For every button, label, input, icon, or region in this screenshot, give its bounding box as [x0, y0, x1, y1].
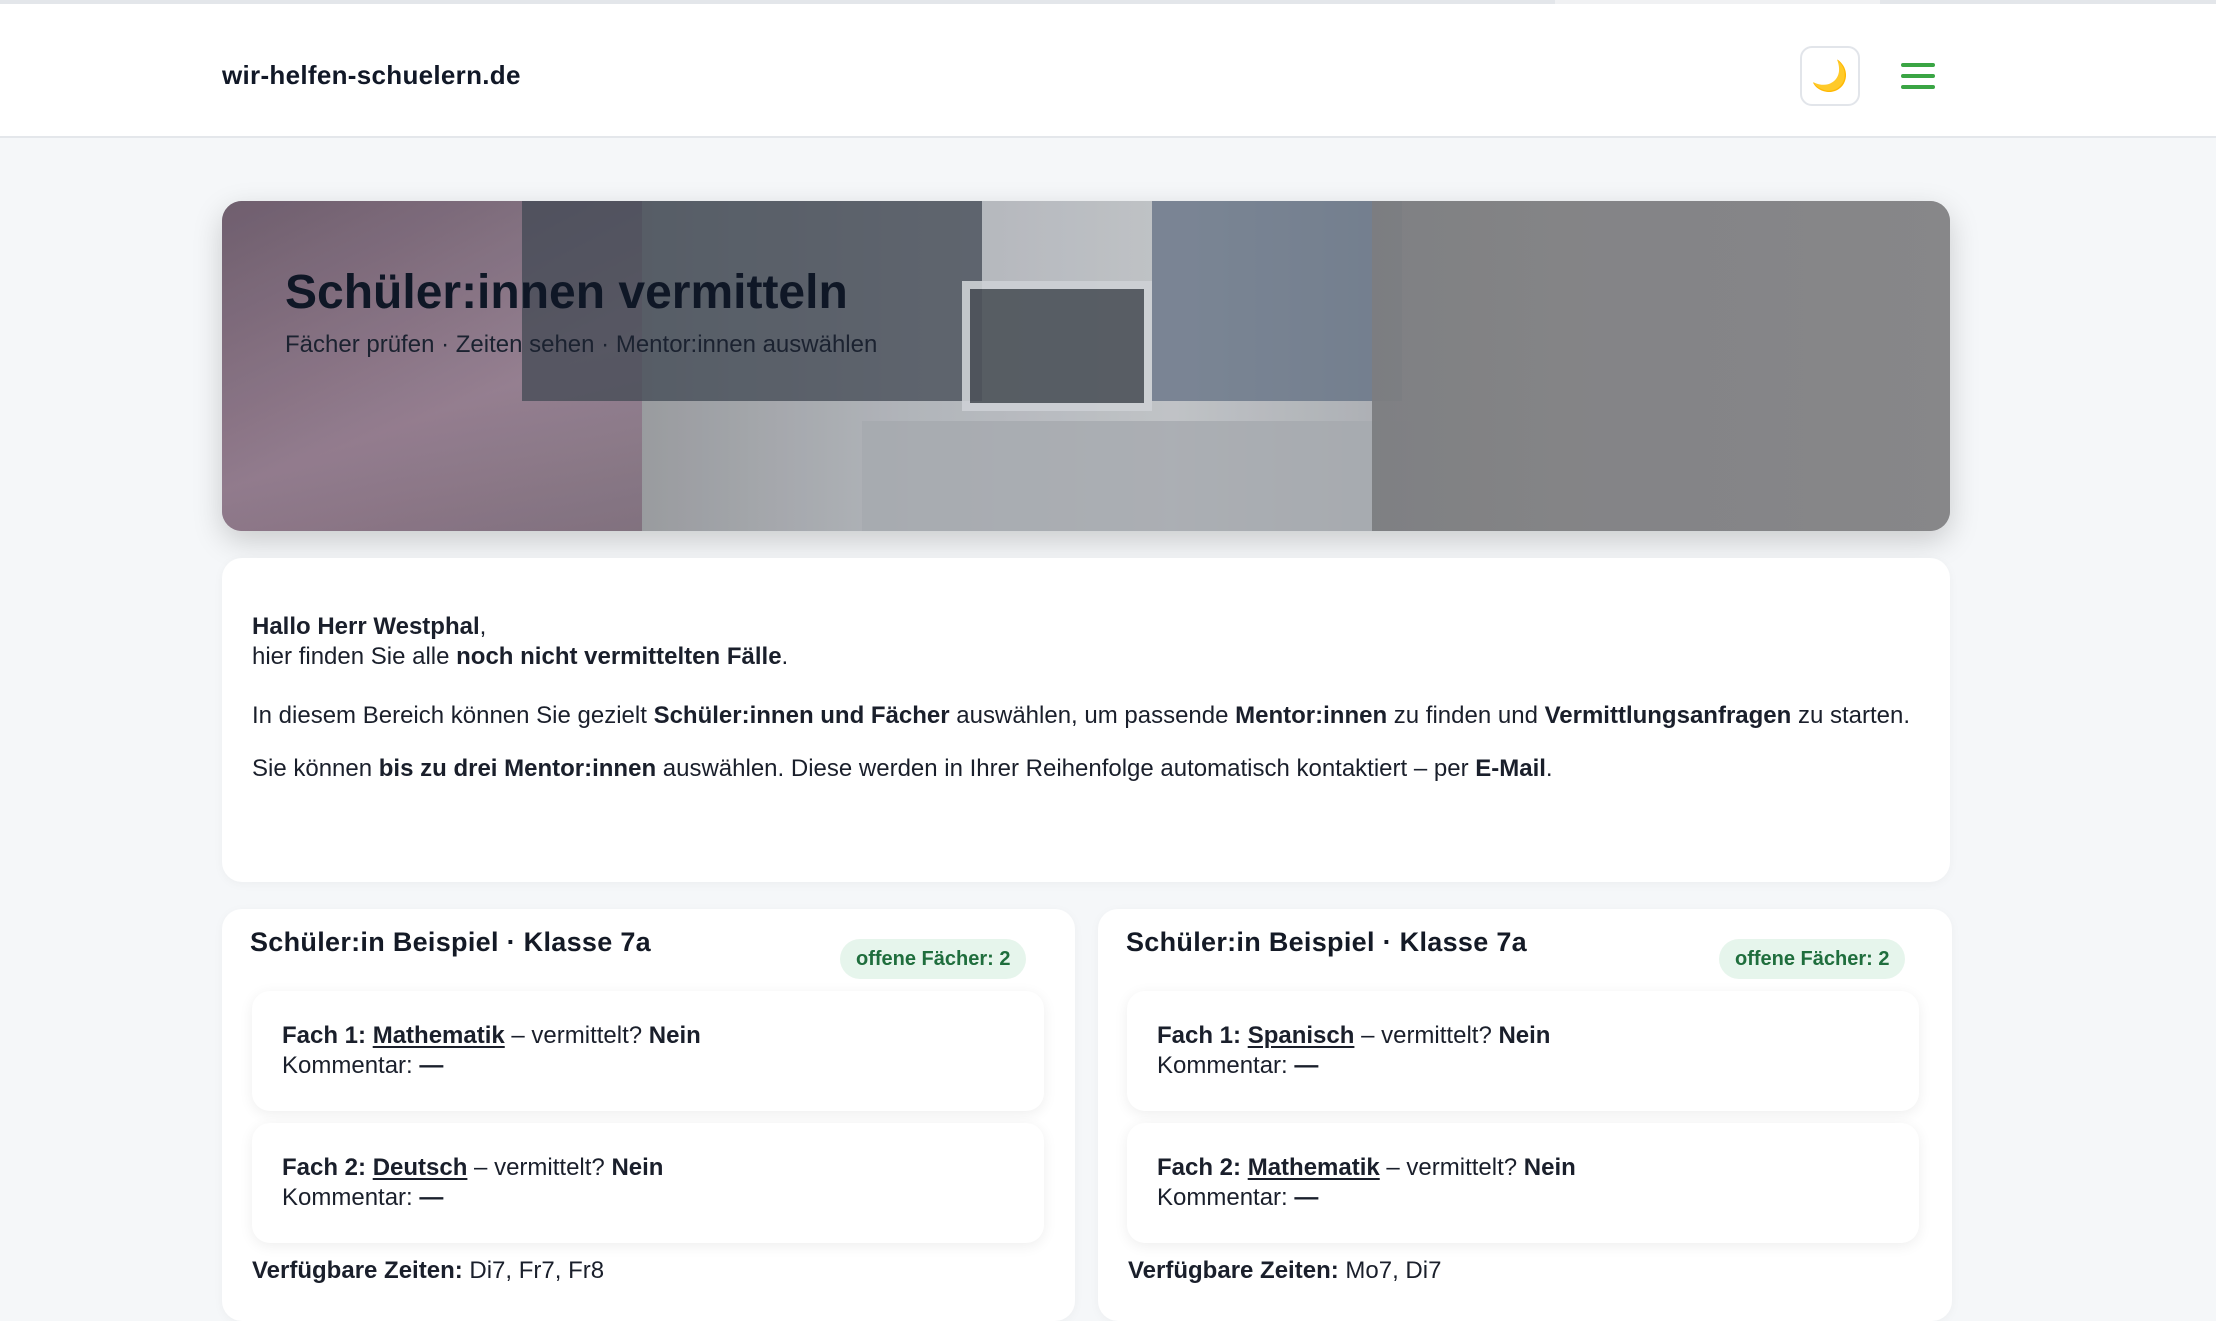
menu-bar	[1901, 74, 1935, 78]
open-subjects-badge: offene Fächer: 2	[1719, 939, 1906, 979]
subject-item[interactable]: Fach 1: Spanisch – vermittelt? Nein Komm…	[1127, 991, 1919, 1111]
subject-item[interactable]: Fach 2: Mathematik – vermittelt? Nein Ko…	[1127, 1123, 1919, 1243]
hamburger-menu-icon[interactable]	[1898, 60, 1938, 92]
intro-paragraph-area: In diesem Bereich können Sie gezielt Sch…	[252, 702, 1911, 729]
theme-toggle-button[interactable]: 🌙	[1800, 46, 1860, 106]
subject-item[interactable]: Fach 2: Deutsch – vermittelt? Nein Komme…	[252, 1123, 1044, 1243]
greeting-name: Hallo Herr Westphal	[252, 613, 480, 640]
student-title: Schüler:in Beispiel · Klasse 7a	[250, 927, 651, 957]
subject-link[interactable]: Spanisch	[1248, 1022, 1355, 1049]
moon-icon: 🌙	[1811, 59, 1849, 93]
subject-link[interactable]: Mathematik	[1248, 1154, 1380, 1181]
hero-overlay	[222, 201, 1950, 531]
available-times: Verfügbare Zeiten: Di7, Fr7, Fr8	[252, 1257, 605, 1284]
page-subtitle: Fächer prüfen · Zeiten sehen · Mentor:in…	[285, 331, 878, 358]
brand-link[interactable]: wir-helfen-schuelern.de	[222, 60, 521, 91]
subject-item[interactable]: Fach 1: Mathematik – vermittelt? Nein Ko…	[252, 991, 1044, 1111]
hero-banner: Schüler:innen vermitteln Fächer prüfen ·…	[222, 201, 1950, 531]
intro-card: Hallo Herr Westphal, hier finden Sie all…	[222, 558, 1950, 882]
student-card[interactable]: Schüler:in Beispiel · Klasse 7a offene F…	[222, 909, 1075, 1321]
intro-greeting: Hallo Herr Westphal, hier finden Sie all…	[252, 613, 789, 670]
site-header: wir-helfen-schuelern.de 🌙	[0, 4, 2216, 138]
menu-bar	[1901, 63, 1935, 67]
available-times: Verfügbare Zeiten: Mo7, Di7	[1128, 1257, 1442, 1284]
open-subjects-badge: offene Fächer: 2	[840, 939, 1027, 979]
intro-paragraph-limit: Sie können bis zu drei Mentor:innen ausw…	[252, 755, 1553, 782]
menu-bar	[1901, 85, 1935, 89]
student-title: Schüler:in Beispiel · Klasse 7a	[1126, 927, 1527, 957]
subject-link[interactable]: Mathematik	[373, 1022, 505, 1049]
page-title: Schüler:innen vermitteln	[285, 266, 848, 319]
subject-link[interactable]: Deutsch	[373, 1154, 468, 1181]
student-card[interactable]: Schüler:in Beispiel · Klasse 7a offene F…	[1098, 909, 1952, 1321]
